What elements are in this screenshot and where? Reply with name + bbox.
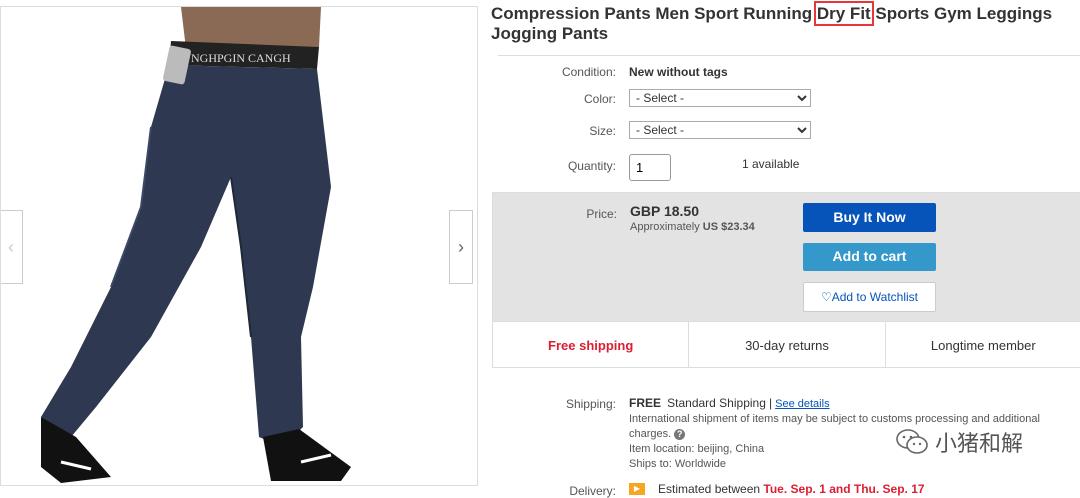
next-image-button[interactable]: › (449, 210, 473, 284)
shipping-free: FREE (629, 396, 662, 410)
location-label: Item location: (629, 443, 695, 455)
feature-seller: Longtime member (930, 337, 1036, 353)
approx-price: Approximately US $23.34 (630, 221, 755, 233)
waistband-text: NGHPGIN CANGH (191, 51, 291, 65)
features-row: Free shipping 30-day returns Longtime me… (493, 321, 1080, 368)
see-details-link[interactable]: See details (775, 398, 829, 410)
feature-free-shipping: Free shipping (493, 322, 690, 368)
purchase-box: Price: GBP 18.50 Approximately US $23.34… (492, 192, 1080, 368)
chevron-left-icon: ‹ (8, 236, 14, 257)
delivery-icon: ▶ (629, 483, 645, 495)
title-text-start: Compression Pants Men Sport Running (491, 4, 817, 23)
wechat-icon (896, 429, 928, 454)
product-title: Compression Pants Men Sport Running Dry … (491, 1, 1071, 44)
delivery-dates: Tue. Sep. 1 and Thu. Sep. 17 (763, 482, 925, 496)
approx-prefix: Approximately (630, 221, 703, 233)
chevron-right-icon: › (458, 236, 464, 257)
shipping-method: Standard Shipping (667, 396, 766, 410)
condition-label: Condition: (561, 65, 616, 79)
add-to-watchlist-button[interactable]: ♡Add to Watchlist (803, 282, 936, 312)
product-image[interactable]: NGHPGIN CANGH (1, 7, 477, 485)
product-image-panel: NGHPGIN CANGH ‹ › (0, 6, 478, 486)
ships-to-label: Ships to: (629, 458, 672, 470)
price-amount: GBP 18.50 (630, 203, 700, 219)
price-panel: Price: GBP 18.50 Approximately US $23.34… (493, 193, 1080, 321)
info-icon[interactable]: ? (674, 428, 686, 440)
size-select[interactable]: - Select - (629, 121, 811, 139)
quantity-input[interactable] (629, 154, 671, 181)
add-to-cart-button[interactable]: Add to cart (803, 243, 936, 271)
previous-image-button[interactable]: ‹ (1, 210, 23, 284)
location-value: beijing, China (697, 443, 765, 455)
approx-value: US $23.34 (702, 221, 755, 233)
watermark-text: 小猪和解 (935, 431, 1024, 456)
watchlist-label: Add to Watchlist (831, 290, 919, 304)
shipping-label: Shipping: (565, 397, 616, 411)
available-count: 1 available (742, 157, 800, 171)
condition-value: New without tags (629, 65, 728, 79)
heart-icon: ♡ (820, 290, 832, 304)
quantity-label: Quantity: (567, 159, 616, 173)
delivery-text: Estimated between (658, 482, 764, 496)
buy-it-now-button[interactable]: Buy It Now (803, 203, 936, 232)
delivery-label: Delivery: (569, 484, 616, 498)
delivery-estimate: Estimated between Tue. Sep. 1 and Thu. S… (658, 482, 925, 496)
color-label: Color: (583, 92, 616, 106)
color-select[interactable]: - Select - (629, 89, 811, 107)
price-label: Price: (586, 207, 617, 221)
feature-returns: 30-day returns (689, 322, 886, 368)
divider (498, 55, 1080, 56)
watermark: 小猪和解 (895, 426, 1023, 458)
size-label: Size: (589, 124, 616, 138)
highlighted-keyword: Dry Fit (813, 1, 874, 26)
ships-to-value: Worldwide (674, 458, 727, 470)
